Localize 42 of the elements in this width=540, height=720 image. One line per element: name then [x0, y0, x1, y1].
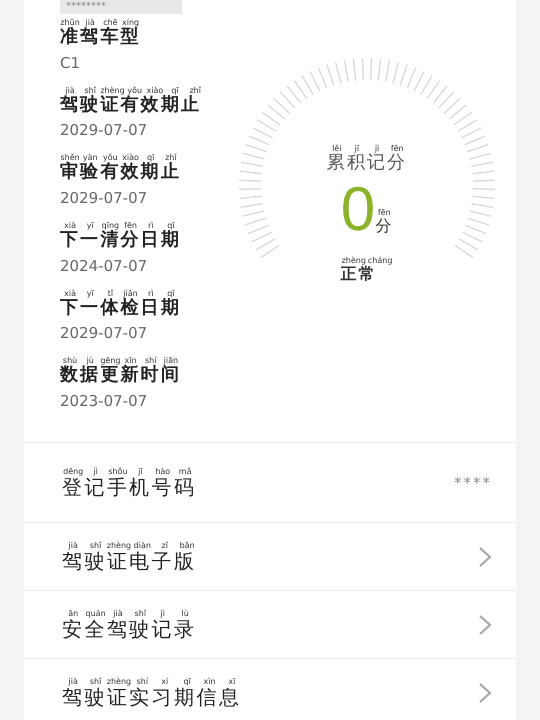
chevron-icon	[478, 546, 492, 568]
pinyin-text: jià shǐ zhèng shí xí qī xìn xī	[67, 676, 236, 686]
pinyin-text: jià shǐ zhèng yǒu xiào qī zhǐ	[64, 86, 202, 95]
pinyin-text: ān quán jià shǐ jì lù	[67, 608, 190, 618]
row-label: 驾驶证电子版	[62, 550, 196, 573]
row-label: 安全驾驶记录	[62, 618, 196, 641]
score-status: 正常	[340, 264, 376, 284]
row-label: 驾驶证实习期信息	[62, 686, 242, 709]
list-row[interactable]: jià shǐ zhèng diàn zǐ bǎn 驾驶证电子版	[24, 523, 516, 592]
score-title: 累积记分	[326, 153, 408, 174]
row-label: 登记手机号码	[62, 476, 196, 499]
field-value: C1	[60, 54, 82, 72]
pinyin-text: shù jù gēng xīn shí jiān	[62, 356, 180, 366]
field-value: 2029-07-07	[60, 324, 148, 342]
field-label: 数据更新时间	[60, 365, 181, 386]
field-value: 2023-07-07	[60, 392, 148, 410]
pinyin-text: xià yī tǐ jiǎn rì qī	[63, 288, 176, 298]
phone-value: ****	[454, 474, 492, 492]
field-label: 审验有效期止	[60, 162, 181, 184]
list-row[interactable]: ān quán jià shǐ jì lù 安全驾驶记录	[24, 591, 516, 660]
masked-text: ********	[60, 0, 182, 14]
list-row[interactable]: jià shǐ zhèng shí xí qī xìn xī 驾驶证实习期信息	[24, 659, 516, 720]
list-row[interactable]: dēng jì shǒu jī hào mǎ 登记手机号码 ****	[24, 443, 516, 524]
field-label: 下一清分日期	[60, 230, 181, 251]
score-unit: 分	[375, 217, 394, 236]
pinyin-text: zhèng cháng	[340, 256, 394, 265]
pinyin-text: jià shǐ zhèng diàn zǐ bǎn	[67, 540, 196, 550]
field-value: 2029-07-07	[60, 189, 148, 208]
chevron-icon	[478, 614, 492, 636]
chevron-icon	[478, 682, 492, 704]
field-label: 准驾车型	[60, 27, 141, 48]
field-label: 驾驶证有效期止	[60, 94, 202, 116]
field-label: 下一体检日期	[60, 298, 181, 318]
pinyin-text: zhǔn jià chē xíng	[60, 18, 140, 27]
pinyin-text: shěn yàn yǒu xiào qī zhǐ	[60, 153, 177, 162]
field-value: 2024-07-07	[60, 256, 148, 275]
field-value: 2029-07-07	[60, 121, 148, 140]
pinyin-text: dēng jì shǒu jī hào mǎ	[62, 466, 192, 476]
pinyin-text: fēn	[376, 208, 392, 218]
pinyin-text: lěi jī jì fēn	[331, 144, 405, 153]
pinyin-text: xià yī qīng fēn rì qī	[63, 221, 175, 230]
score-value: 0	[340, 178, 376, 242]
